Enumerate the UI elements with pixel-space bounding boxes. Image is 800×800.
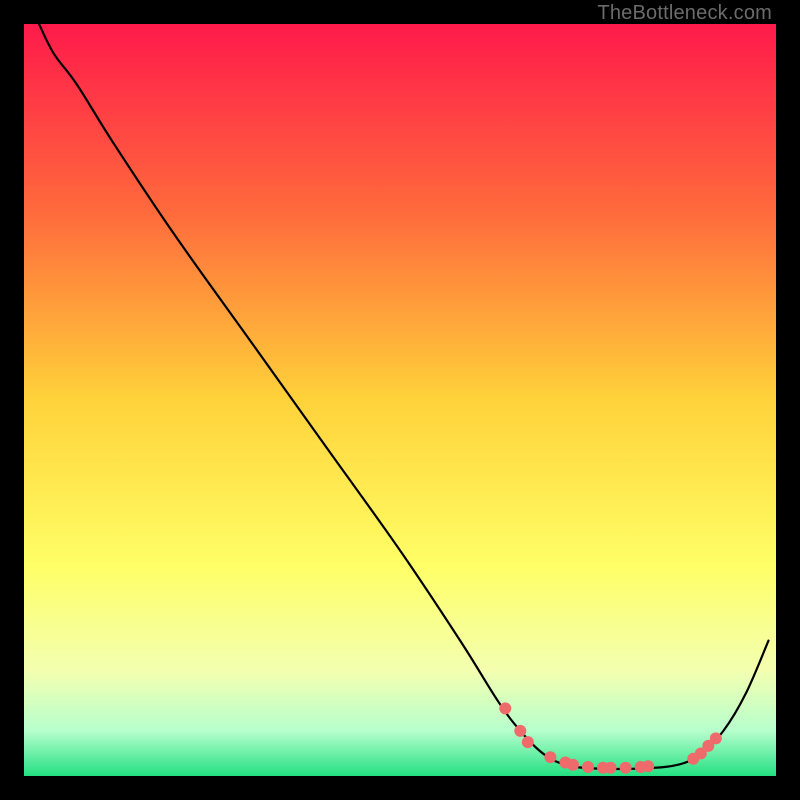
marker-dot xyxy=(642,760,654,772)
watermark-text: TheBottleneck.com xyxy=(597,2,772,25)
marker-dot xyxy=(605,762,617,774)
marker-dot xyxy=(710,732,722,744)
marker-dot xyxy=(582,761,594,773)
chart-background xyxy=(24,24,776,776)
chart-frame xyxy=(20,20,780,780)
marker-dot xyxy=(567,759,579,771)
marker-dot xyxy=(514,725,526,737)
chart-plot xyxy=(24,24,776,776)
marker-dot xyxy=(522,736,534,748)
marker-dot xyxy=(499,702,511,714)
marker-dot xyxy=(544,751,556,763)
marker-dot xyxy=(620,762,632,774)
